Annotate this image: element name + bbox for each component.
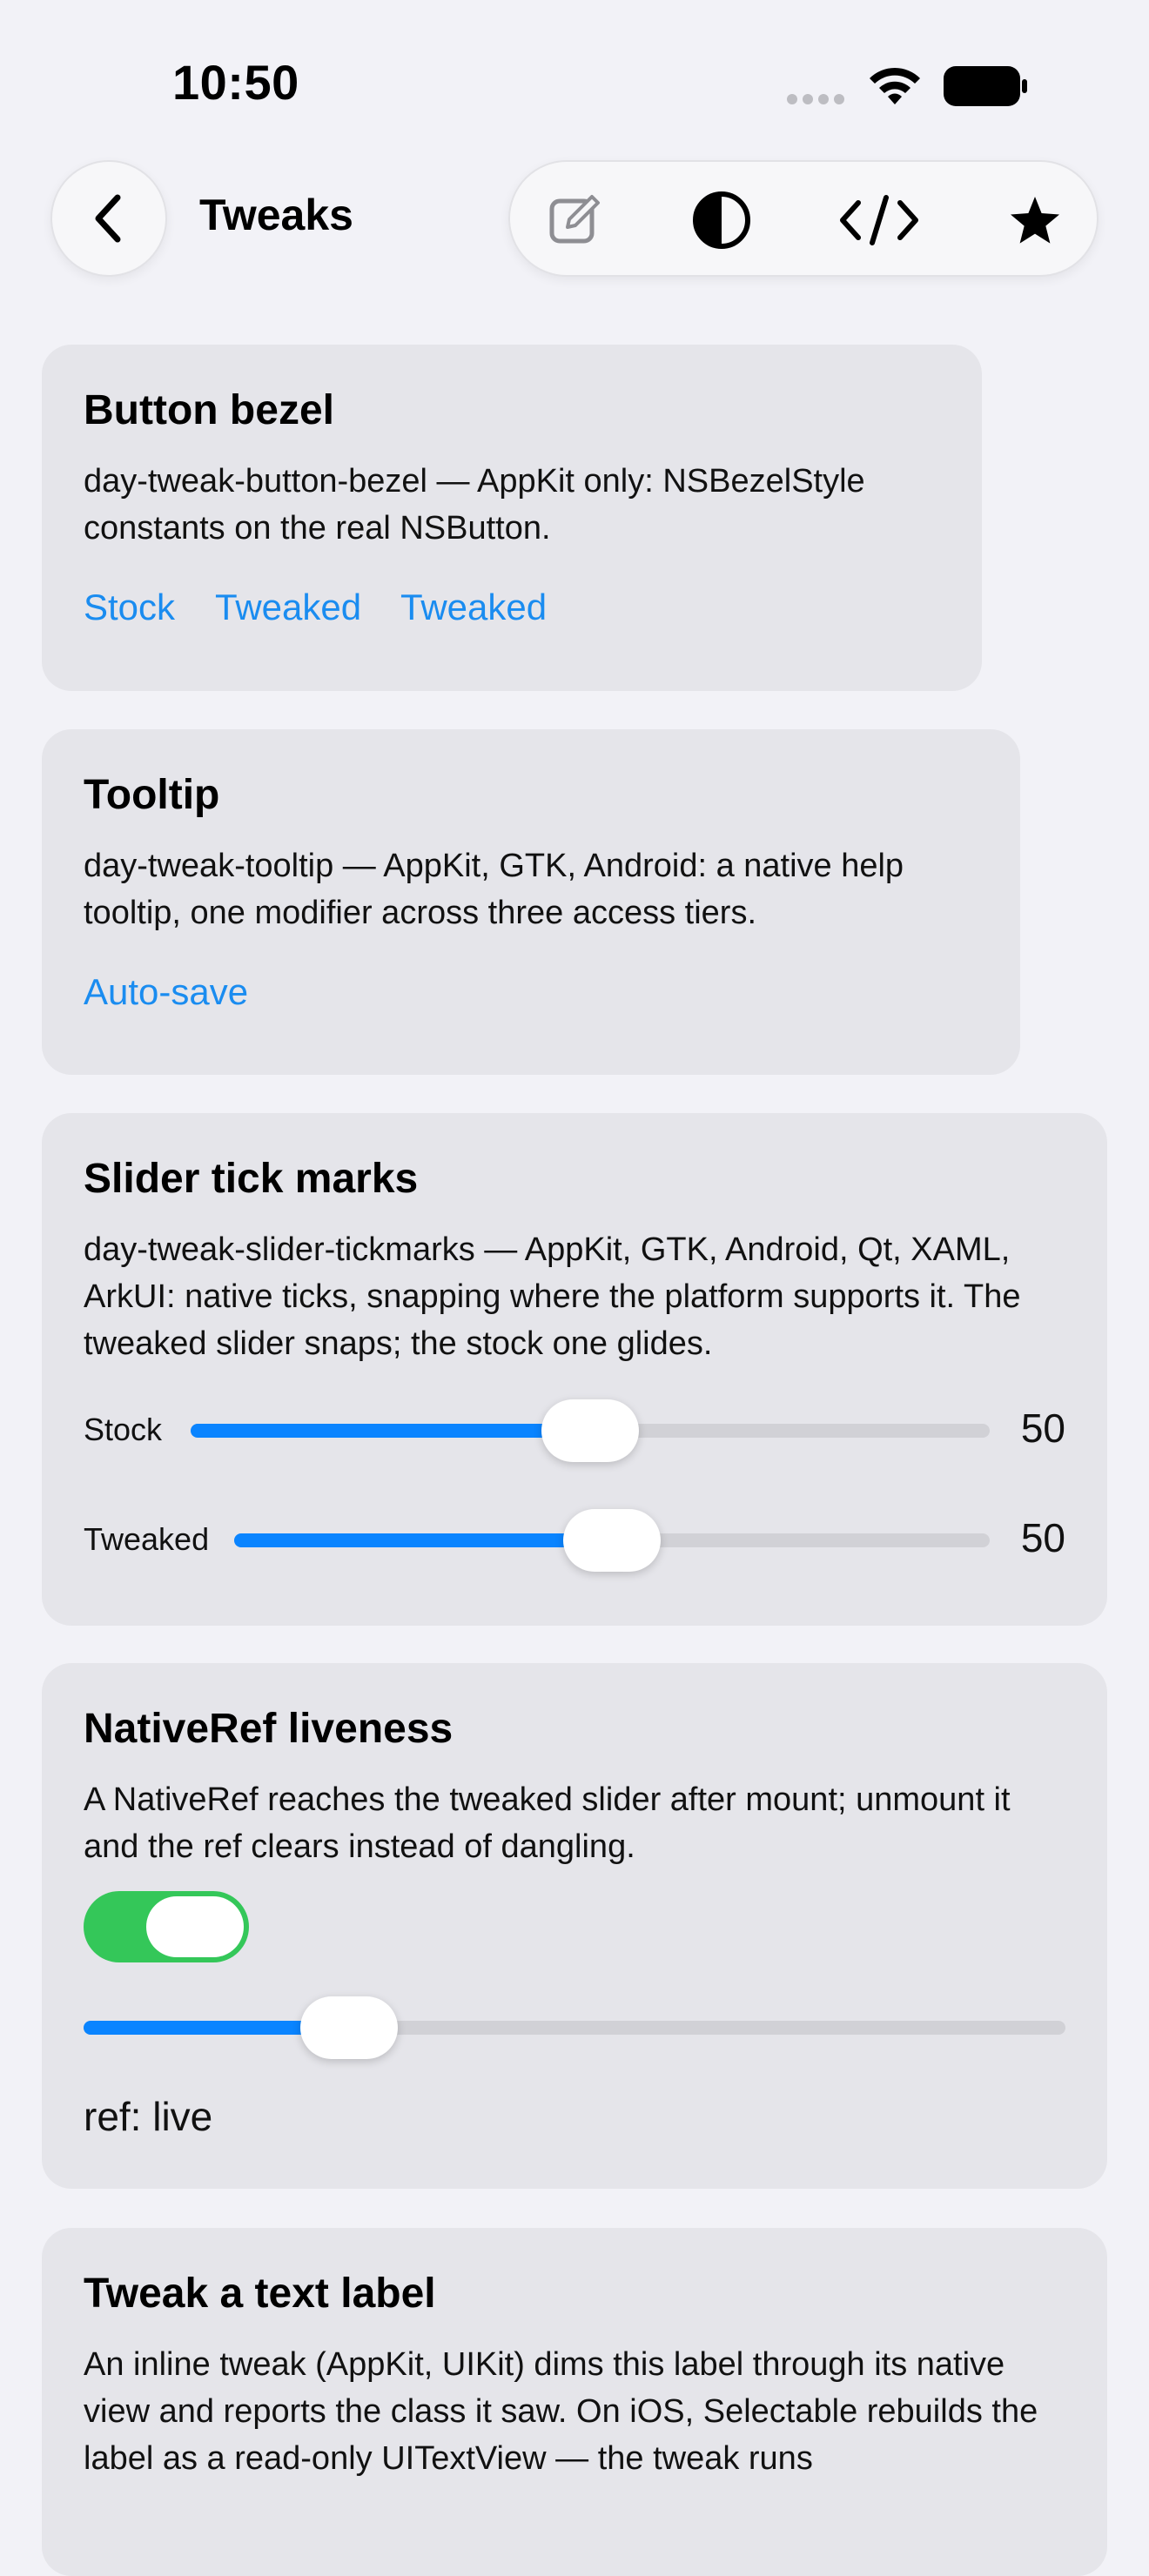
- card-title: Slider tick marks: [84, 1156, 419, 1202]
- code-icon: [840, 195, 918, 245]
- slider-fill: [191, 1424, 590, 1438]
- card-description: day-tweak-slider-tickmarks — AppKit, GTK…: [84, 1231, 1021, 1362]
- slider-thumb[interactable]: [299, 1996, 398, 2059]
- card-description: day-tweak-button-bezel — AppKit only: NS…: [84, 463, 865, 547]
- card-description: An inline tweak (AppKit, UIKit) dims thi…: [84, 2346, 1038, 2477]
- battery-icon: [944, 66, 1027, 106]
- code-button[interactable]: [836, 177, 923, 264]
- ref-status: ref: live: [84, 2094, 213, 2139]
- slider-thumb[interactable]: [563, 1509, 661, 1572]
- compose-icon: [549, 195, 600, 244]
- tweaked-slider[interactable]: [234, 1509, 990, 1572]
- text-label-card: Tweak a text label An inline tweak (AppK…: [42, 2228, 1107, 2576]
- card-description: A NativeRef reaches the tweaked slider a…: [84, 1781, 1011, 1865]
- appearance-button[interactable]: [678, 177, 765, 264]
- card-title: Tweak a text label: [84, 2271, 436, 2317]
- toggle-knob: [146, 1896, 244, 1957]
- back-button[interactable]: [50, 160, 167, 277]
- toolbar: [508, 160, 1099, 277]
- compose-button[interactable]: [531, 177, 618, 264]
- star-icon: [1011, 197, 1059, 244]
- auto-save-button[interactable]: Auto-save: [84, 971, 248, 1013]
- button-bezel-card: Button bezel day-tweak-button-bezel — Ap…: [42, 345, 982, 691]
- slider-tickmarks-card: Slider tick marks day-tweak-slider-tickm…: [42, 1113, 1107, 1626]
- tooltip-card: Tooltip day-tweak-tooltip — AppKit, GTK,…: [42, 729, 1020, 1075]
- tweaked-button[interactable]: Tweaked: [215, 587, 361, 628]
- tweaked-slider-value: 50: [1020, 1515, 1065, 1560]
- card-description: day-tweak-tooltip — AppKit, GTK, Android…: [84, 848, 904, 931]
- slider-thumb[interactable]: [541, 1399, 639, 1462]
- stock-slider[interactable]: [191, 1399, 990, 1462]
- tweaked-slider-label: Tweaked: [84, 1521, 210, 1557]
- wifi-icon: [870, 67, 920, 104]
- cellular-signal-icon: [787, 94, 844, 104]
- contrast-icon: [693, 191, 750, 249]
- stock-slider-label: Stock: [84, 1412, 163, 1447]
- favorite-button[interactable]: [991, 177, 1078, 264]
- slider-fill: [234, 1533, 612, 1547]
- status-bar: 10:50: [0, 0, 1149, 165]
- navigation-bar: Tweaks: [0, 158, 1149, 280]
- nativeref-liveness-card: NativeRef liveness A NativeRef reaches t…: [42, 1663, 1107, 2189]
- card-title: Button bezel: [84, 387, 334, 433]
- stock-slider-value: 50: [1020, 1405, 1065, 1451]
- status-time: 10:50: [172, 55, 299, 110]
- chevron-left-icon: [95, 194, 121, 243]
- tweaked-button-2[interactable]: Tweaked: [400, 587, 547, 628]
- card-title: Tooltip: [84, 772, 220, 818]
- stock-button[interactable]: Stock: [84, 587, 175, 628]
- nativeref-slider[interactable]: [84, 1996, 1065, 2059]
- page-title: Tweaks: [199, 191, 353, 239]
- mount-toggle[interactable]: [84, 1891, 249, 1962]
- card-title: NativeRef liveness: [84, 1706, 454, 1752]
